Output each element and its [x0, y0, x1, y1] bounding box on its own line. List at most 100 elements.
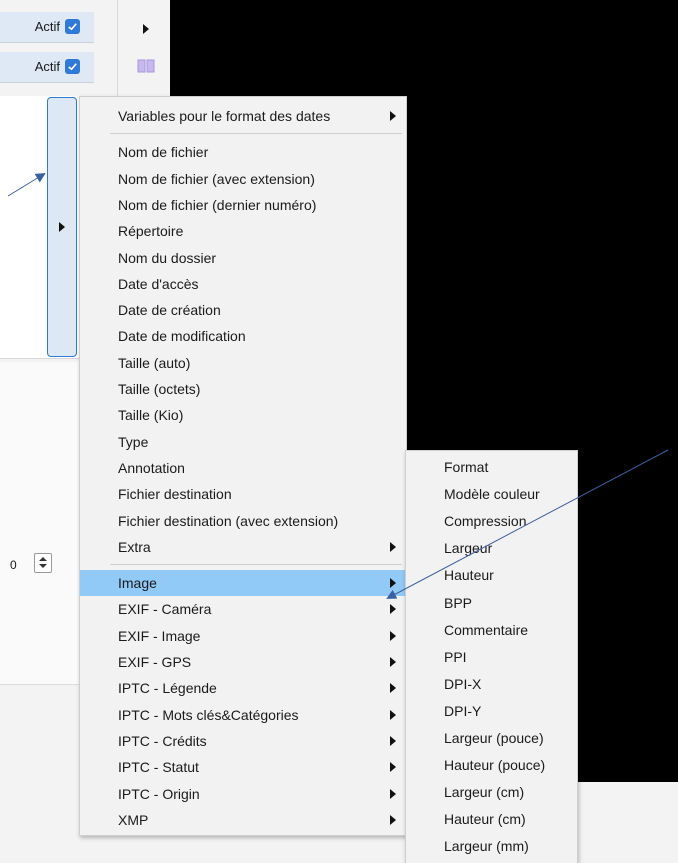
- menu-item[interactable]: Taille (Kio): [80, 402, 406, 428]
- submenu-item-label: DPI-Y: [444, 702, 482, 719]
- menu-item[interactable]: EXIF - GPS: [80, 649, 406, 675]
- menu-item[interactable]: EXIF - Caméra: [80, 596, 406, 622]
- menu-item-label: Nom du dossier: [118, 249, 217, 266]
- menu-item-label: EXIF - Caméra: [118, 601, 212, 618]
- submenu-arrow-icon: [390, 111, 396, 121]
- menu-item-label: IPTC - Statut: [118, 759, 199, 776]
- submenu-item-label: DPI-X: [444, 675, 482, 692]
- check-icon: [68, 23, 77, 31]
- submenu-item[interactable]: BPP: [406, 590, 577, 616]
- menu-item-label: IPTC - Origin: [118, 785, 200, 802]
- submenu-item[interactable]: DPI-X: [406, 671, 577, 697]
- expand-arrow-icon: [59, 222, 65, 232]
- menu-item[interactable]: Fichier destination: [80, 481, 406, 507]
- menu-item-label: Taille (octets): [118, 381, 201, 397]
- menu-item[interactable]: EXIF - Image: [80, 623, 406, 649]
- submenu-item-label: Commentaire: [444, 621, 529, 638]
- menu-item[interactable]: IPTC - Crédits: [80, 728, 406, 754]
- menu-item[interactable]: Type: [80, 429, 406, 455]
- submenu-item-label: Format: [444, 459, 489, 475]
- spin-up-icon[interactable]: [39, 557, 47, 561]
- menu-item[interactable]: IPTC - Statut: [80, 754, 406, 780]
- submenu-item-label: Hauteur: [444, 567, 494, 584]
- menu-item[interactable]: Image: [80, 570, 406, 597]
- submenu-arrow-icon: [390, 630, 396, 641]
- menu-item[interactable]: Date de création: [80, 297, 406, 323]
- expand-arrow-icon[interactable]: [143, 24, 149, 34]
- split-panel-icon[interactable]: [137, 58, 155, 74]
- image-submenu: Format Modèle couleur Compression Largeur Ha…: [405, 450, 578, 863]
- menu-item[interactable]: Répertoire: [80, 218, 406, 244]
- menu-separator: [110, 133, 402, 135]
- submenu-item-label: Largeur: [444, 540, 493, 557]
- menu-item-label: Type: [118, 433, 149, 450]
- submenu-item[interactable]: Largeur (cm): [406, 779, 577, 805]
- submenu-item[interactable]: Modèle couleur: [406, 481, 577, 507]
- submenu-item[interactable]: PPI: [406, 644, 577, 670]
- menu-item-label: Extra: [118, 538, 151, 555]
- spin-down-icon[interactable]: [39, 564, 47, 568]
- menu-item[interactable]: Annotation: [80, 455, 406, 481]
- submenu-arrow-icon: [390, 683, 396, 694]
- menu-item[interactable]: Nom de fichier (dernier numéro): [80, 192, 406, 218]
- menu-item-label: Fichier destination: [118, 486, 232, 503]
- spinner-value[interactable]: 0: [10, 558, 17, 572]
- spinner-buttons[interactable]: [34, 553, 52, 573]
- menu-item-label: Nom de fichier: [118, 144, 209, 161]
- submenu-item-label: PPI: [444, 648, 467, 665]
- submenu-item[interactable]: Hauteur (pouce): [406, 752, 577, 778]
- active-row-2[interactable]: Actif: [0, 52, 94, 83]
- submenu-item[interactable]: DPI-Y: [406, 698, 577, 724]
- submenu-item[interactable]: Largeur (mm): [406, 833, 577, 859]
- submenu-arrow-icon: [390, 657, 396, 667]
- submenu-item[interactable]: Largeur: [406, 535, 577, 561]
- menu-item-label: Date d'accès: [118, 275, 199, 292]
- menu-item[interactable]: Date de modification: [80, 323, 406, 349]
- submenu-arrow-icon: [390, 814, 396, 825]
- check-icon: [68, 63, 77, 71]
- menu-item[interactable]: XMP: [80, 807, 406, 833]
- menu-item-label: Image: [118, 575, 157, 592]
- submenu-item[interactable]: Largeur (pouce): [406, 725, 577, 751]
- menu-item-label: Annotation: [118, 459, 185, 476]
- menu-item[interactable]: IPTC - Légende: [80, 675, 406, 701]
- vertical-separator: [117, 0, 118, 100]
- menu-item[interactable]: Taille (octets): [80, 376, 406, 402]
- submenu-item[interactable]: Hauteur: [406, 562, 577, 588]
- submenu-item-label: Compression: [444, 513, 527, 530]
- submenu-arrow-icon: [390, 578, 396, 589]
- menu-item-label: IPTC - Légende: [118, 680, 217, 697]
- submenu-item[interactable]: Format: [406, 454, 577, 480]
- active-row-1[interactable]: Actif: [0, 12, 94, 43]
- submenu-item[interactable]: Commentaire: [406, 617, 577, 643]
- menu-item[interactable]: IPTC - Mots clés&Catégories: [80, 702, 406, 728]
- active-label: Actif: [34, 59, 60, 74]
- menu-item[interactable]: Nom de fichier (avec extension): [80, 166, 406, 192]
- menu-item[interactable]: Nom de fichier: [80, 139, 406, 165]
- menu-item[interactable]: IPTC - Origin: [80, 781, 406, 807]
- menu-item[interactable]: Fichier destination (avec extension): [80, 508, 406, 534]
- submenu-item[interactable]: Compression: [406, 508, 577, 534]
- menu-item-label: IPTC - Crédits: [118, 732, 207, 749]
- submenu-item-label: Largeur (cm): [444, 784, 525, 801]
- submenu-item[interactable]: Hauteur (cm): [406, 806, 577, 832]
- menu-item[interactable]: Date d'accès: [80, 271, 406, 297]
- menu-item[interactable]: Nom du dossier: [80, 245, 406, 271]
- menu-item[interactable]: Variables pour le format des dates: [80, 103, 406, 129]
- insert-variable-button[interactable]: [47, 97, 77, 357]
- active-label: Actif: [34, 19, 60, 34]
- menu-item-label: Nom de fichier (dernier numéro): [118, 196, 317, 213]
- submenu-item-label: Modèle couleur: [444, 486, 540, 503]
- menu-item-label: XMP: [118, 811, 149, 828]
- submenu-item-label: BPP: [444, 594, 473, 611]
- menu-item-label: EXIF - GPS: [118, 654, 192, 670]
- submenu-arrow-icon: [390, 604, 396, 615]
- menu-item-label: Nom de fichier (avec extension): [118, 170, 315, 187]
- submenu-arrow-icon: [390, 762, 396, 773]
- menu-item[interactable]: Extra: [80, 534, 406, 560]
- active-checkbox[interactable]: [65, 59, 80, 74]
- active-checkbox[interactable]: [65, 19, 80, 34]
- submenu-item-label: Largeur (mm): [444, 838, 529, 855]
- menu-item-label: EXIF - Image: [118, 627, 201, 644]
- menu-item[interactable]: Taille (auto): [80, 350, 406, 376]
